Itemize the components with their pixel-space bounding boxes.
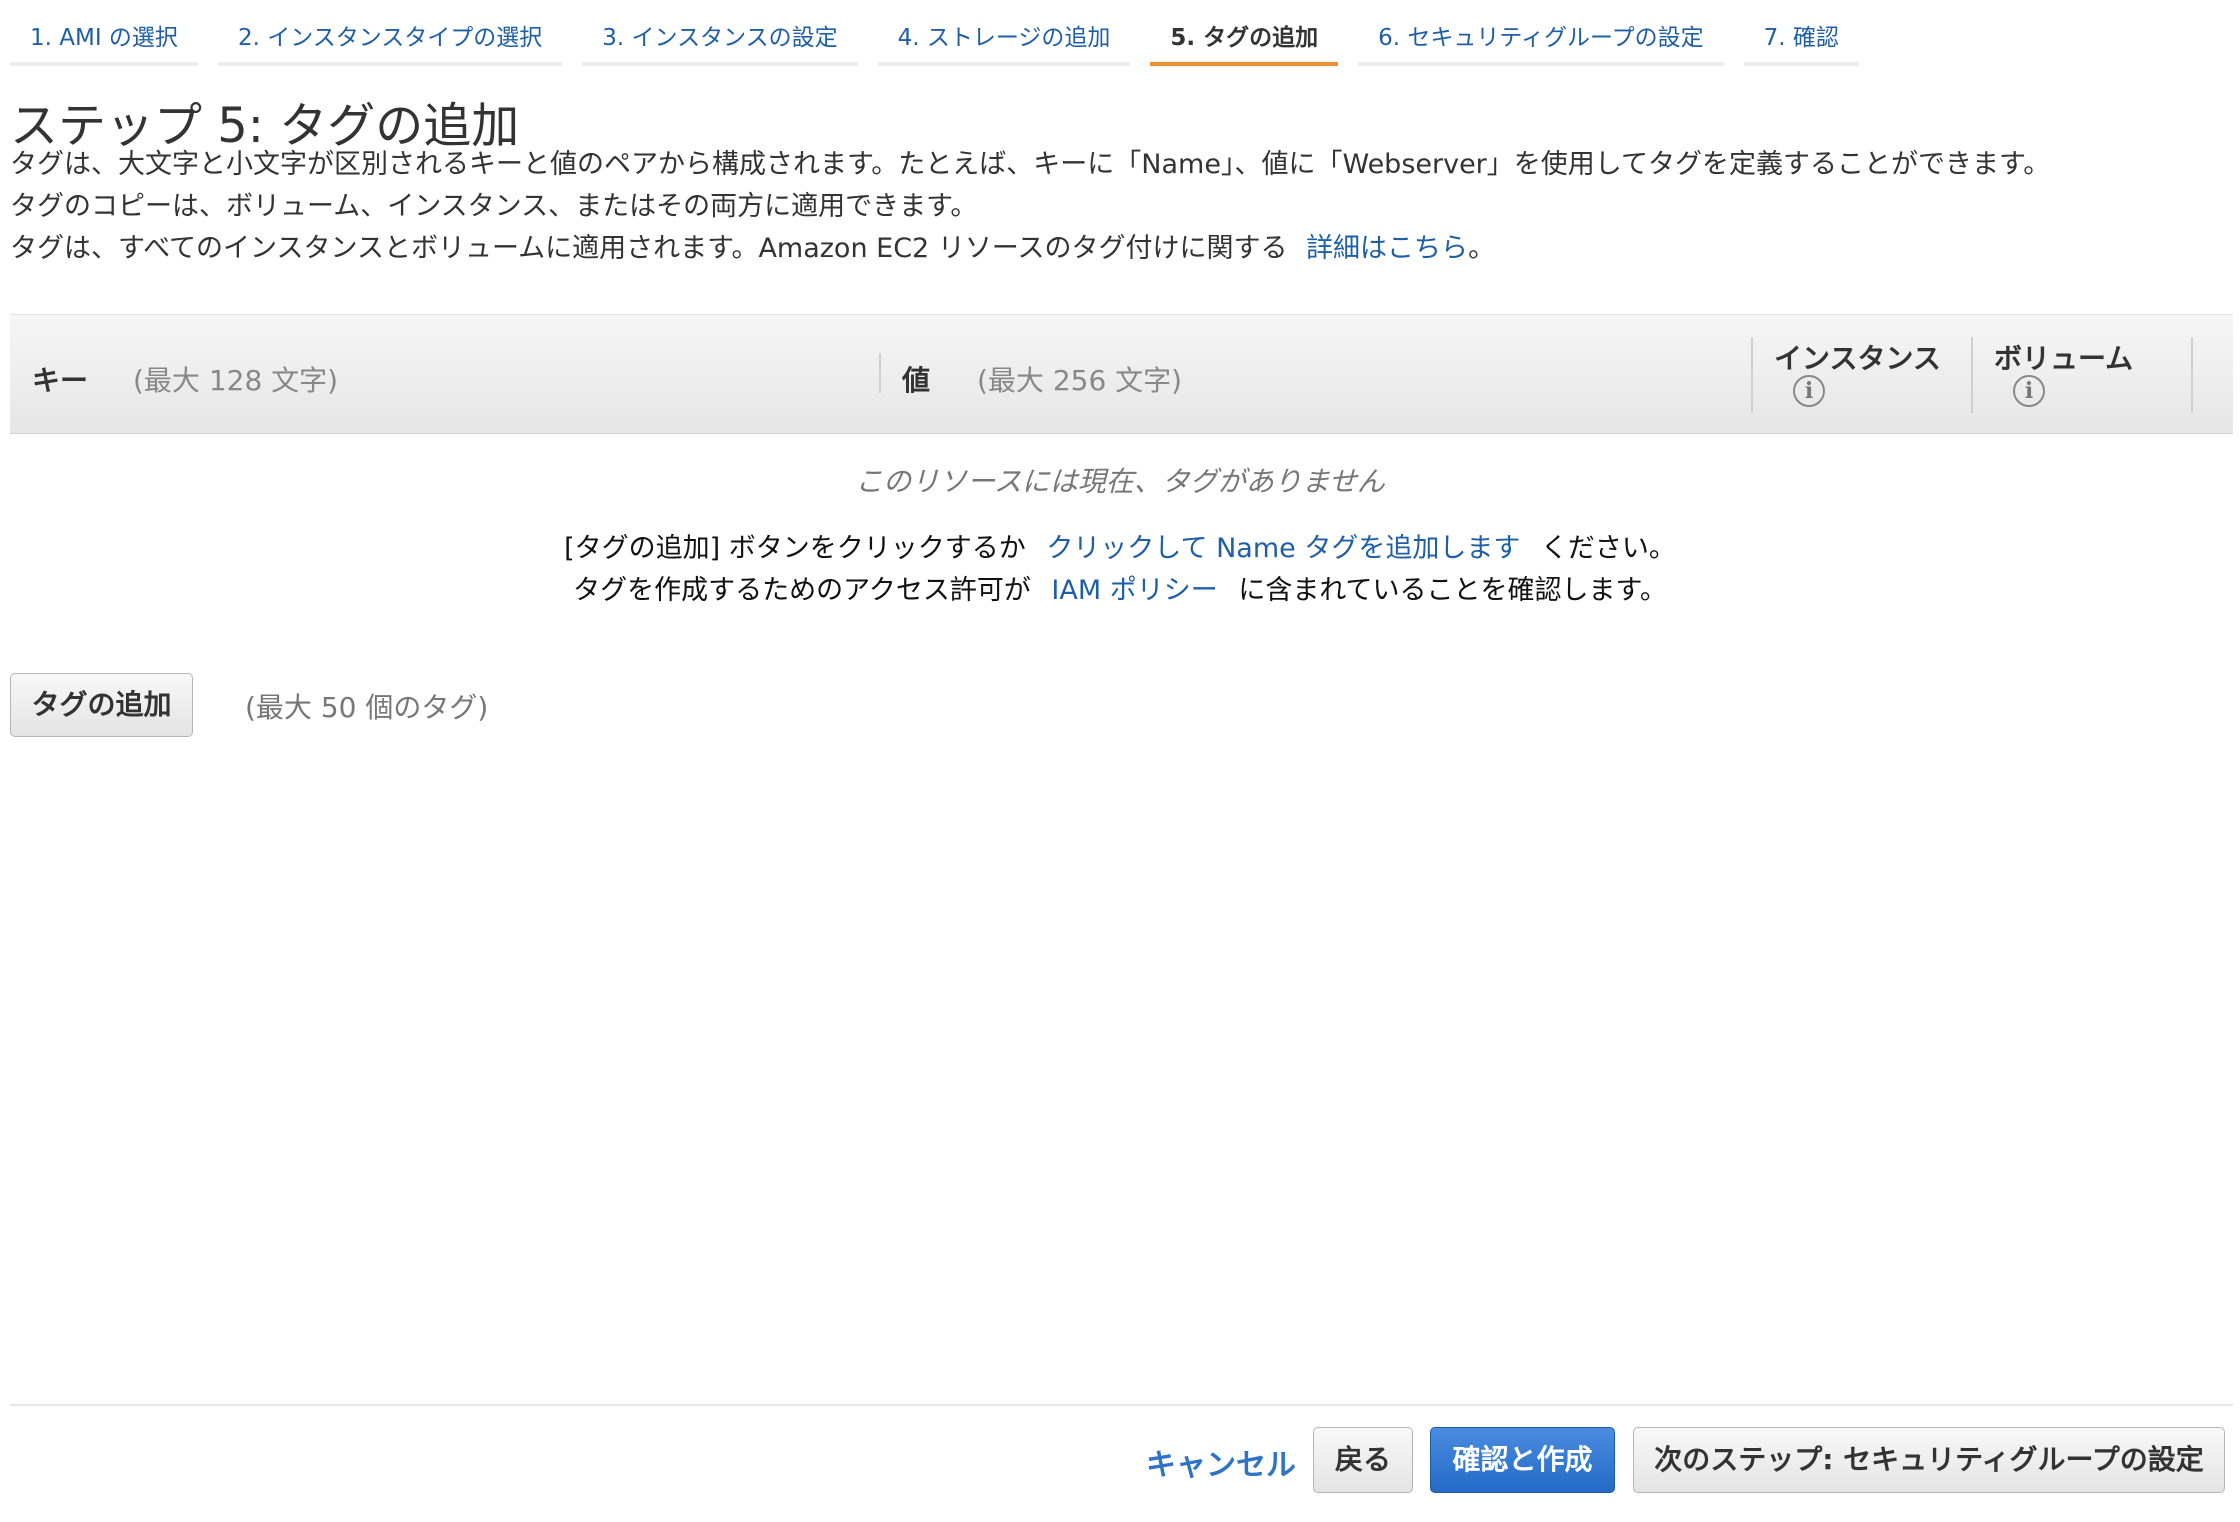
- description-line-3-end: 。: [1468, 233, 1496, 264]
- cancel-link[interactable]: キャンセル: [1146, 1440, 1296, 1484]
- max-tags-hint: (最大 50 個のタグ): [245, 691, 489, 724]
- step-tab-security-group[interactable]: 6. セキュリティグループの設定: [1358, 0, 1724, 66]
- volume-info-icon[interactable]: i: [2013, 375, 2045, 407]
- value-column-header: 値: [902, 364, 931, 397]
- help-line-1: [タグの追加] ボタンをクリックするか クリックして Name タグを追加します…: [0, 528, 2240, 570]
- footer-divider: [10, 1404, 2233, 1406]
- description-line-3-text: タグは、すべてのインスタンスとボリュームに適用されます。Amazon EC2 リ…: [10, 233, 1288, 264]
- column-divider: [2191, 337, 2193, 413]
- step-tab-instance-type[interactable]: 2. インスタンスタイプの選択: [217, 0, 563, 66]
- volume-column-header: ボリューム: [1994, 342, 2134, 375]
- learn-more-link[interactable]: 詳細はこちら: [1306, 233, 1468, 264]
- page-description: タグは、大文字と小文字が区別されるキーと値のペアから構成されます。たとえば、キー…: [10, 144, 2050, 270]
- column-divider: [879, 353, 881, 393]
- key-column-hint: (最大 128 文字): [133, 364, 339, 397]
- add-name-tag-link[interactable]: クリックして Name タグを追加します: [1046, 533, 1520, 564]
- step-tab-review[interactable]: 7. 確認: [1743, 0, 1859, 66]
- value-column-hint: (最大 256 文字): [977, 364, 1183, 397]
- instance-column-header: インスタンス: [1774, 342, 1941, 375]
- iam-policy-link[interactable]: IAM ポリシー: [1051, 575, 1217, 606]
- tag-table-header: キー (最大 128 文字) 値 (最大 256 文字) インスタンス i ボリ…: [10, 314, 2233, 434]
- step-tab-add-tags[interactable]: 5. タグの追加: [1150, 0, 1339, 66]
- instance-info-icon[interactable]: i: [1793, 375, 1825, 407]
- back-button[interactable]: 戻る: [1313, 1427, 1413, 1493]
- column-divider: [1751, 337, 1753, 413]
- no-tags-message: このリソースには現在、タグがありません: [855, 465, 1385, 498]
- description-line-2: タグのコピーは、ボリューム、インスタンス、またはその両方に適用できます。: [10, 191, 978, 222]
- step-tab-configure-instance[interactable]: 3. インスタンスの設定: [582, 0, 858, 66]
- ec2-launch-wizard: 1. AMI の選択 2. インスタンスタイプの選択 3. インスタンスの設定 …: [0, 0, 2240, 1522]
- help-line-1-prefix: [タグの追加] ボタンをクリックするか: [564, 533, 1026, 564]
- wizard-steps: 1. AMI の選択 2. インスタンスタイプの選択 3. インスタンスの設定 …: [10, 0, 1879, 66]
- description-line-1: タグは、大文字と小文字が区別されるキーと値のペアから構成されます。たとえば、キー…: [10, 149, 2051, 180]
- empty-state-help: [タグの追加] ボタンをクリックするか クリックして Name タグを追加します…: [0, 528, 2240, 612]
- step-tab-add-storage[interactable]: 4. ストレージの追加: [877, 0, 1131, 66]
- help-line-2: タグを作成するためのアクセス許可が IAM ポリシー に含まれていることを確認し…: [0, 570, 2240, 612]
- step-tab-ami[interactable]: 1. AMI の選択: [10, 0, 198, 66]
- next-configure-security-group-button[interactable]: 次のステップ: セキュリティグループの設定: [1633, 1427, 2225, 1493]
- add-tag-button[interactable]: タグの追加: [10, 673, 193, 737]
- column-divider: [1971, 337, 1973, 413]
- description-line-3: タグは、すべてのインスタンスとボリュームに適用されます。Amazon EC2 リ…: [10, 228, 2050, 270]
- help-line-2-suffix: に含まれていることを確認します。: [1238, 575, 1667, 606]
- help-line-1-suffix: ください。: [1540, 533, 1676, 564]
- key-column-header: キー: [32, 364, 89, 397]
- help-line-2-prefix: タグを作成するためのアクセス許可が: [573, 575, 1031, 606]
- review-and-launch-button[interactable]: 確認と作成: [1430, 1427, 1615, 1493]
